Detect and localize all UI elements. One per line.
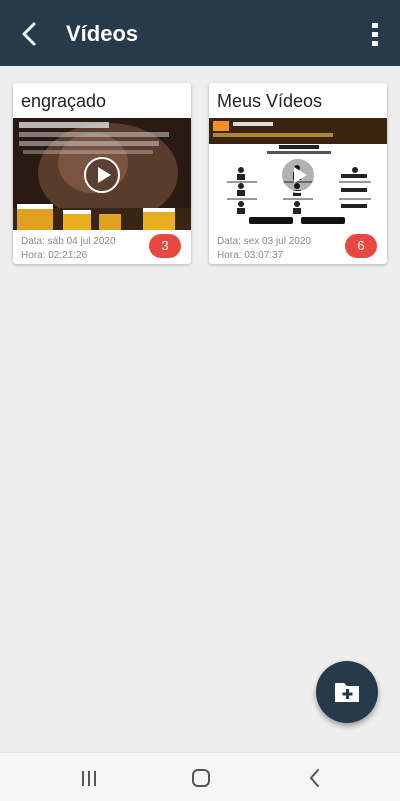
album-date: Data: sáb 04 jul 2020: [21, 236, 116, 247]
more-options-button[interactable]: [364, 20, 386, 50]
video-count-badge: 3: [149, 234, 181, 258]
video-thumbnail[interactable]: [209, 118, 387, 230]
add-folder-icon: [335, 683, 359, 702]
play-icon[interactable]: [279, 156, 317, 194]
album-card-meus-videos[interactable]: Meus Vídeos Data: sex 03 jul 2020 Hora: …: [209, 83, 387, 264]
album-time: Hora: 03:07:37: [217, 250, 284, 261]
video-thumbnail[interactable]: [13, 118, 191, 230]
album-time: Hora: 02:21:26: [21, 250, 88, 261]
add-folder-button[interactable]: [316, 661, 378, 723]
nav-back-button[interactable]: [302, 765, 328, 791]
home-icon: [192, 769, 210, 787]
home-button[interactable]: [188, 765, 214, 791]
app-bar: Vídeos: [0, 0, 400, 66]
page-title: Vídeos: [66, 21, 139, 46]
more-vertical-icon: [372, 23, 378, 46]
album-title: Meus Vídeos: [217, 91, 323, 111]
play-icon[interactable]: [83, 156, 121, 194]
album-date: Data: sex 03 jul 2020: [217, 236, 311, 247]
video-count-badge: 6: [345, 234, 377, 258]
album-title: engraçado: [21, 91, 107, 111]
back-icon: [310, 769, 319, 787]
album-card-engracado[interactable]: engraçado Data: sáb 04 jul 2020 Hora: 02…: [13, 83, 191, 264]
chevron-left-icon: [22, 22, 36, 46]
recent-apps-icon: [82, 771, 96, 786]
back-button[interactable]: [14, 18, 46, 50]
recent-apps-button[interactable]: [76, 765, 102, 791]
system-navigation-bar: [0, 752, 400, 801]
